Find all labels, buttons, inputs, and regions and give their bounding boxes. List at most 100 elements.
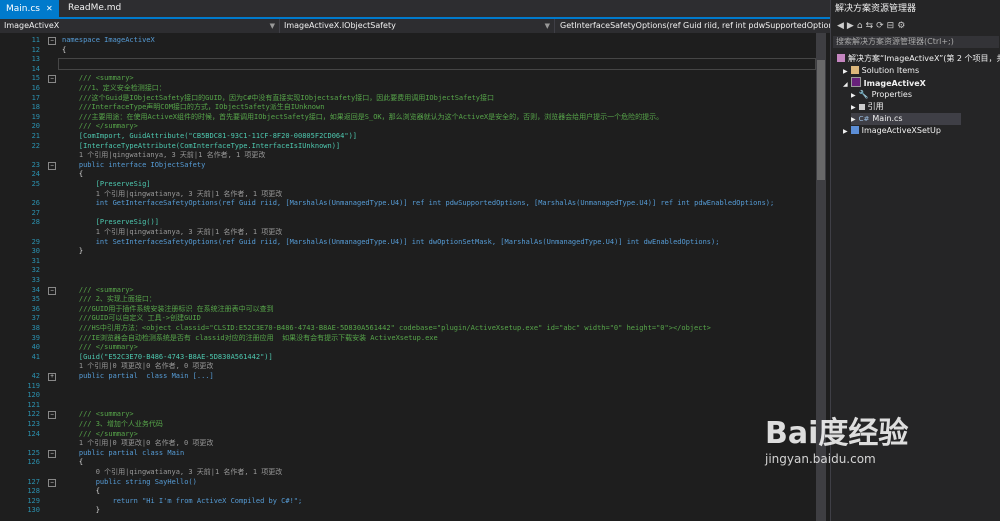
code-line[interactable]: 30 } — [0, 246, 810, 256]
code-line[interactable]: 123 /// 3、增加个人业务代码 — [0, 419, 810, 429]
code-line[interactable]: 27 — [0, 208, 810, 218]
code-line[interactable]: 34− /// <summary> — [0, 285, 810, 295]
code-line[interactable]: 127− public string SayHello() — [0, 477, 810, 487]
code-line[interactable]: 130 } — [0, 505, 810, 515]
codelens-reference-info[interactable]: 1 个引用|qingwatianya, 3 天前|1 名作者, 1 项更改 — [62, 150, 266, 160]
solution-search-input[interactable]: 搜索解决方案资源管理器(Ctrl+;) — [833, 36, 999, 48]
code-line[interactable]: 121 — [0, 400, 810, 410]
home-icon[interactable]: ⌂ — [857, 21, 866, 31]
scrollbar-thumb[interactable] — [817, 60, 825, 180]
code-line[interactable]: 21 [ComImport, GuidAttribute("CB5BDC81-9… — [0, 131, 810, 141]
collapse-arrow-icon[interactable]: ◢ — [843, 81, 848, 88]
tab-main-cs[interactable]: Main.cs ✕ — [0, 0, 59, 17]
code-text: int SetInterfaceSafetyOptions(ref Guid r… — [62, 237, 720, 246]
code-line[interactable]: 12 { — [0, 45, 810, 55]
code-line[interactable]: 36 ///GUID用于插件系统安装注册标识 在系统注册表中可以查到 — [0, 304, 810, 314]
line-number: 122 — [27, 410, 40, 419]
code-line[interactable]: 119 — [0, 381, 810, 391]
line-number: 40 — [31, 343, 40, 352]
codelens-reference-info[interactable]: 1 个引用|qingwatianya, 3 天前|1 名作者, 1 项更改 — [62, 189, 283, 199]
code-editor[interactable]: 11− namespace ImageActiveX 12 {13 14 15− /// … — [0, 33, 826, 521]
codelens-reference-info[interactable]: 1 个引用|0 项更改|0 名作者, 0 项更改 — [62, 438, 214, 448]
code-line[interactable]: 19 ///主要用途：在使用ActiveX组件的时候，首先要调用IObjectS… — [0, 112, 810, 122]
codelens-reference-info[interactable]: 1 个引用|qingwatianya, 3 天前|1 名作者, 1 项更改 — [62, 227, 283, 237]
expand-arrow-icon[interactable]: ▶ — [851, 104, 856, 111]
tree-item-references[interactable]: ▶ 引用 — [851, 101, 884, 113]
code-line[interactable]: 120 — [0, 390, 810, 400]
code-line[interactable]: 18 ///InterfaceType声明COM接口的方式，IObjectSaf… — [0, 102, 810, 112]
code-line[interactable]: 1 个引用|qingwatianya, 3 天前|1 名作者, 1 项更改 — [0, 189, 810, 199]
code-line[interactable]: 16 ///1、定义安全检测接口： — [0, 83, 810, 93]
code-text: namespace ImageActiveX — [62, 36, 155, 44]
tree-item-solution-items[interactable]: ▶ Solution Items — [843, 65, 919, 77]
code-line[interactable]: 39 ///IE浏览器会自动检测系统是否有 classid对应的注册应用 如果没… — [0, 333, 810, 343]
sync-icon[interactable]: ⇆ — [866, 21, 877, 31]
line-number: 37 — [31, 314, 40, 323]
code-line[interactable]: 29 int SetInterfaceSafetyOptions(ref Gui… — [0, 237, 810, 247]
expand-arrow-icon[interactable]: ▶ — [851, 92, 856, 99]
baidu-watermark-logo: Bai度经验 — [765, 416, 909, 451]
code-line[interactable]: 35 /// 2、实现上面接口： — [0, 294, 810, 304]
member-dropdown[interactable]: GetInterfaceSafetyOptions(ref Guid riid,… — [556, 19, 831, 33]
code-line[interactable]: 37 ///GUID可以自定义 工具->创建GUID — [0, 313, 810, 323]
code-text: public interface IObjectSafety — [62, 160, 206, 169]
code-line[interactable]: 128 { — [0, 486, 810, 496]
class-name: ImageActiveX.IObjectSafety — [284, 21, 396, 30]
code-line[interactable]: 22 [InterfaceTypeAttribute(ComInterfaceT… — [0, 141, 810, 151]
code-line[interactable]: 0 个引用|qingwatianya, 3 天前|1 名作者, 1 项更改 — [0, 467, 810, 477]
code-line[interactable]: 129 return "Hi I'm from ActiveX Compiled… — [0, 496, 810, 506]
collapse-icon[interactable]: ⊟ — [887, 21, 898, 31]
code-line[interactable]: 33 — [0, 275, 810, 285]
tree-item-properties[interactable]: ▶ 🔧 Properties — [851, 89, 912, 101]
code-line[interactable]: 26 int GetInterfaceSafetyOptions(ref Gui… — [0, 198, 810, 208]
code-line[interactable]: 28 [PreserveSig()] — [0, 217, 810, 227]
line-number: 128 — [27, 487, 40, 496]
code-text: /// <summary> — [62, 410, 134, 419]
code-line[interactable]: 38 ///HS中引用方法：<object classid="CLSID:E52… — [0, 323, 810, 333]
code-line[interactable]: 31 — [0, 256, 810, 266]
code-line[interactable]: 20 /// </summary> — [0, 121, 810, 131]
tree-item-setup-project[interactable]: ▶ ImageActiveXSetUp — [843, 125, 941, 137]
code-line[interactable]: 1 个引用|qingwatianya, 3 天前|1 名作者, 1 项更改 — [0, 150, 810, 160]
code-line[interactable]: 125− public partial class Main — [0, 448, 810, 458]
code-line[interactable]: 15− /// <summary> — [0, 73, 810, 84]
forward-icon[interactable]: ▶ — [847, 21, 857, 31]
refresh-icon[interactable]: ⟳ — [876, 21, 887, 31]
code-line[interactable]: 124 /// </summary> — [0, 429, 810, 439]
codelens-reference-info[interactable]: 0 个引用|qingwatianya, 3 天前|1 名作者, 1 项更改 — [62, 467, 283, 477]
code-line[interactable]: 1 个引用|0 项更改|0 名作者, 0 项更改 — [0, 438, 810, 448]
code-line[interactable]: 25 [PreserveSig] — [0, 179, 810, 189]
code-line[interactable]: 42 + public partial class Main [...] — [0, 371, 810, 381]
code-line[interactable]: 14 — [0, 64, 810, 74]
code-line[interactable]: 1 个引用|qingwatianya, 3 天前|1 名作者, 1 项更改 — [0, 227, 810, 237]
code-text: /// 2、实现上面接口： — [62, 295, 156, 304]
code-line[interactable]: 32 — [0, 265, 810, 275]
csharp-project-icon — [850, 77, 861, 87]
codelens-reference-info[interactable]: 1 个引用|0 项更改|0 名作者, 0 项更改 — [62, 361, 214, 371]
code-line[interactable]: 13 — [0, 54, 810, 64]
line-number: 31 — [31, 256, 40, 265]
project-dropdown[interactable]: ImageActiveX ▼ — [0, 19, 280, 33]
code-line[interactable]: 24 { — [0, 169, 810, 179]
code-line[interactable]: 122− /// <summary> — [0, 409, 810, 420]
code-line[interactable]: 17 ///这个Guid是IObjectSafety接口的GUID，因为C#中没… — [0, 93, 810, 103]
code-text: public string SayHello() — [62, 477, 197, 486]
settings-icon[interactable]: ⚙ — [897, 21, 908, 31]
tree-item-project[interactable]: ◢ ImageActiveX — [843, 77, 926, 89]
code-line[interactable]: 1 个引用|0 项更改|0 名作者, 0 项更改 — [0, 361, 810, 371]
expand-arrow-icon[interactable]: ▶ — [843, 128, 848, 135]
code-line[interactable]: 40 /// </summary> — [0, 342, 810, 352]
tree-item-main-cs[interactable]: ▶ C# Main.cs — [851, 113, 961, 125]
back-icon[interactable]: ◀ — [837, 21, 847, 31]
code-line[interactable]: 41 [Guid("E52C3E70-B486-4743-B8AE-5D830A… — [0, 352, 810, 362]
code-line[interactable]: 126 { — [0, 457, 810, 467]
expand-arrow-icon[interactable]: ▶ — [851, 116, 856, 123]
tree-item-solution[interactable]: 解决方案“ImageActiveX”(第 2 个项目，共 2 — [837, 53, 1000, 65]
code-line[interactable]: 11− namespace ImageActiveX — [0, 35, 810, 45]
code-line[interactable]: 23− public interface IObjectSafety — [0, 160, 810, 170]
class-dropdown[interactable]: ImageActiveX.IObjectSafety ▼ — [280, 19, 555, 33]
tab-readme-md[interactable]: ReadMe.md — [62, 0, 127, 17]
close-icon[interactable]: ✕ — [46, 4, 53, 13]
line-number: 17 — [31, 93, 40, 102]
expand-arrow-icon[interactable]: ▶ — [843, 68, 848, 75]
